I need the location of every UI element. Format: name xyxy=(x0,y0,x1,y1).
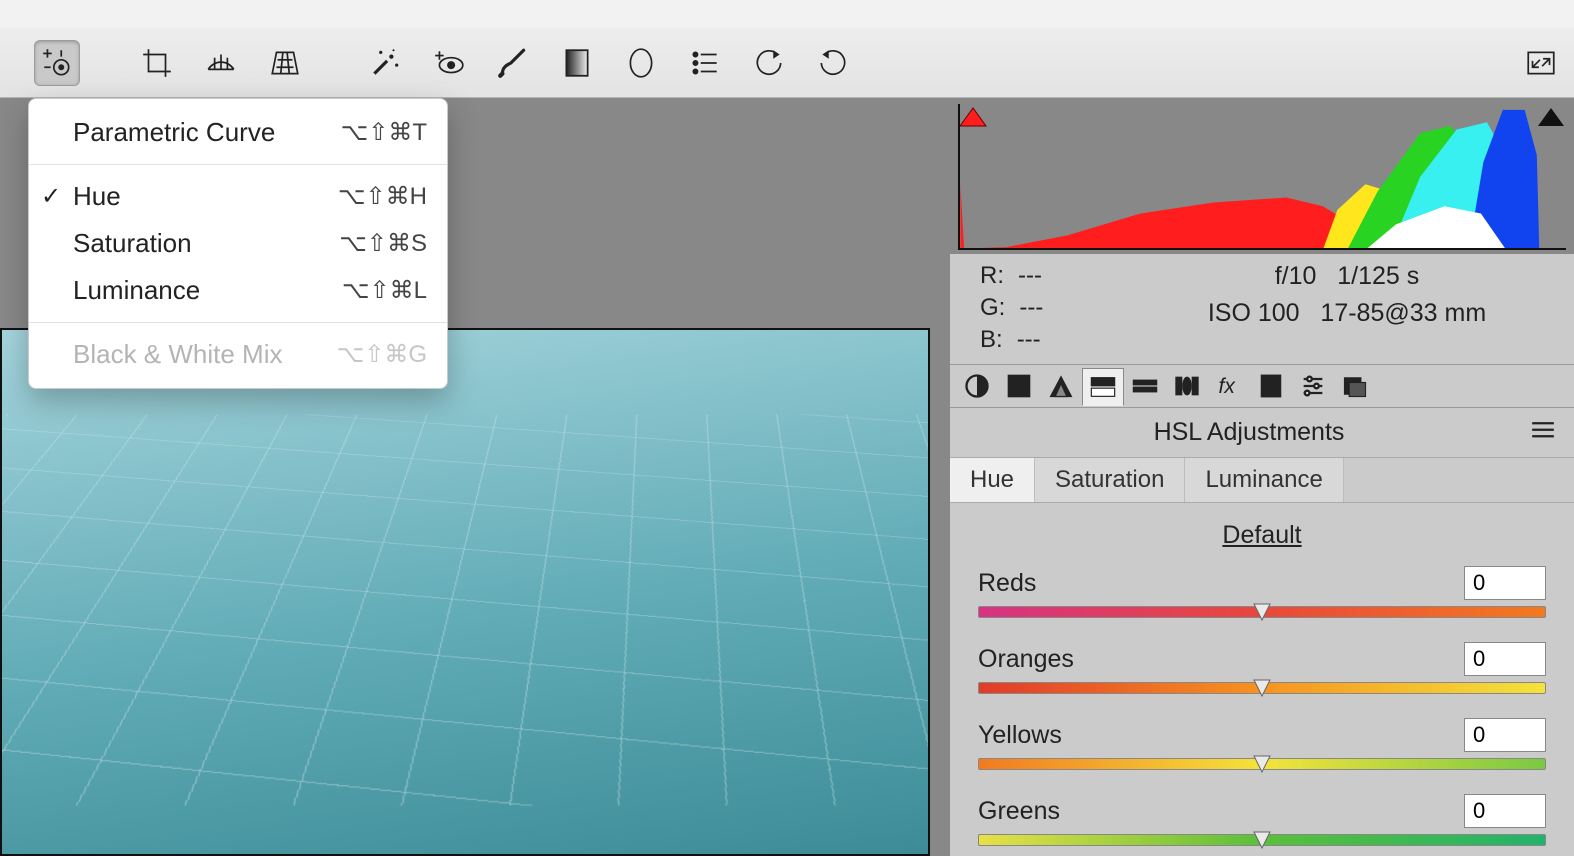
slider-yellows: Yellows xyxy=(978,718,1546,770)
panel-title: HSL Adjustments xyxy=(968,418,1530,447)
radial-filter-tool[interactable] xyxy=(618,40,664,86)
window-title: Camera Raw 11.2 beta - Canon EOS 30D xyxy=(546,0,1028,1)
g-value: --- xyxy=(1019,294,1043,322)
tab-presets[interactable] xyxy=(1292,367,1334,405)
menu-separator xyxy=(29,322,447,323)
slider-thumb[interactable] xyxy=(1252,602,1272,622)
aperture-value: f/10 xyxy=(1275,262,1317,290)
slider-thumb[interactable] xyxy=(1252,754,1272,774)
hsl-sub-tabs: Hue Saturation Luminance xyxy=(950,457,1574,503)
menu-item-parametric-curve[interactable]: Parametric Curve ⌥⇧⌘T xyxy=(29,109,447,156)
targeted-adjustment-tool[interactable] xyxy=(34,40,80,86)
svg-text:fx: fx xyxy=(1219,375,1237,398)
panel-menu-icon[interactable] xyxy=(1530,420,1556,445)
menu-item-hue[interactable]: ✓ Hue ⌥⇧⌘H xyxy=(29,173,447,220)
histogram[interactable] xyxy=(950,98,1574,254)
shutter-value: 1/125 s xyxy=(1337,262,1419,290)
iso-value: ISO 100 xyxy=(1208,299,1300,327)
sub-tab-hue[interactable]: Hue xyxy=(950,458,1035,502)
g-label: G: xyxy=(980,294,1005,322)
tab-snapshots[interactable] xyxy=(1334,367,1376,405)
slider-track[interactable] xyxy=(978,606,1546,618)
rotate-cw-tool[interactable] xyxy=(810,40,856,86)
default-link[interactable]: Default xyxy=(950,503,1574,566)
metadata-readout: R: --- G: --- B: --- f/10 1/125 s ISO 100 1… xyxy=(950,254,1574,364)
menu-item-bw-mix: Black & White Mix ⌥⇧⌘G xyxy=(29,331,447,378)
rotate-ccw-tool[interactable] xyxy=(746,40,792,86)
transform-tool[interactable] xyxy=(262,40,308,86)
toolbar xyxy=(0,28,1574,98)
slider-value-input[interactable] xyxy=(1464,642,1546,676)
slider-greens: Greens xyxy=(978,794,1546,846)
tab-calibration[interactable] xyxy=(1250,367,1292,405)
b-value: --- xyxy=(1017,326,1041,354)
slider-value-input[interactable] xyxy=(1464,566,1546,600)
r-label: R: xyxy=(980,262,1004,290)
tab-effects[interactable]: fx xyxy=(1208,367,1250,405)
slider-list: Reds Oranges xyxy=(950,566,1574,846)
red-eye-tool[interactable] xyxy=(426,40,472,86)
slider-label: Greens xyxy=(978,797,1464,826)
slider-thumb[interactable] xyxy=(1252,678,1272,698)
tab-lens[interactable] xyxy=(1166,367,1208,405)
adjustment-brush-tool[interactable] xyxy=(490,40,536,86)
slider-reds: Reds xyxy=(978,566,1546,618)
straighten-tool[interactable] xyxy=(198,40,244,86)
tab-split-toning[interactable] xyxy=(1124,367,1166,405)
window-title-bar: Camera Raw 11.2 beta - Canon EOS 30D xyxy=(0,0,1574,28)
image-preview[interactable] xyxy=(0,328,930,856)
check-icon: ✓ xyxy=(41,182,61,211)
tab-hsl[interactable] xyxy=(1082,368,1124,406)
panel-icon-tabs: fx xyxy=(950,364,1574,408)
panel-header: HSL Adjustments xyxy=(950,408,1574,457)
lens-value: 17-85@33 mm xyxy=(1320,299,1486,327)
slider-label: Yellows xyxy=(978,721,1464,750)
slider-oranges: Oranges xyxy=(978,642,1546,694)
slider-thumb[interactable] xyxy=(1252,830,1272,850)
menu-separator xyxy=(29,164,447,165)
tab-curve[interactable] xyxy=(998,367,1040,405)
slider-value-input[interactable] xyxy=(1464,718,1546,752)
menu-item-saturation[interactable]: Saturation ⌥⇧⌘S xyxy=(29,220,447,267)
slider-value-input[interactable] xyxy=(1464,794,1546,828)
right-panel: R: --- G: --- B: --- f/10 1/125 s ISO 100 1… xyxy=(950,98,1574,856)
slider-label: Reds xyxy=(978,569,1464,598)
tab-detail[interactable] xyxy=(1040,367,1082,405)
tat-dropdown-menu: Parametric Curve ⌥⇧⌘T ✓ Hue ⌥⇧⌘H Saturat… xyxy=(28,98,448,389)
graduated-filter-tool[interactable] xyxy=(554,40,600,86)
slider-track[interactable] xyxy=(978,682,1546,694)
slider-track[interactable] xyxy=(978,834,1546,846)
r-value: --- xyxy=(1018,262,1042,290)
crop-tool[interactable] xyxy=(134,40,180,86)
b-label: B: xyxy=(980,326,1003,354)
preferences-tool[interactable] xyxy=(682,40,728,86)
spot-removal-tool[interactable] xyxy=(362,40,408,86)
toggle-fullscreen-tool[interactable] xyxy=(1518,40,1564,86)
slider-track[interactable] xyxy=(978,758,1546,770)
tab-basic[interactable] xyxy=(956,367,998,405)
menu-item-luminance[interactable]: Luminance ⌥⇧⌘L xyxy=(29,267,447,314)
sub-tab-saturation[interactable]: Saturation xyxy=(1035,458,1185,502)
slider-label: Oranges xyxy=(978,645,1464,674)
sub-tab-luminance[interactable]: Luminance xyxy=(1185,458,1343,502)
